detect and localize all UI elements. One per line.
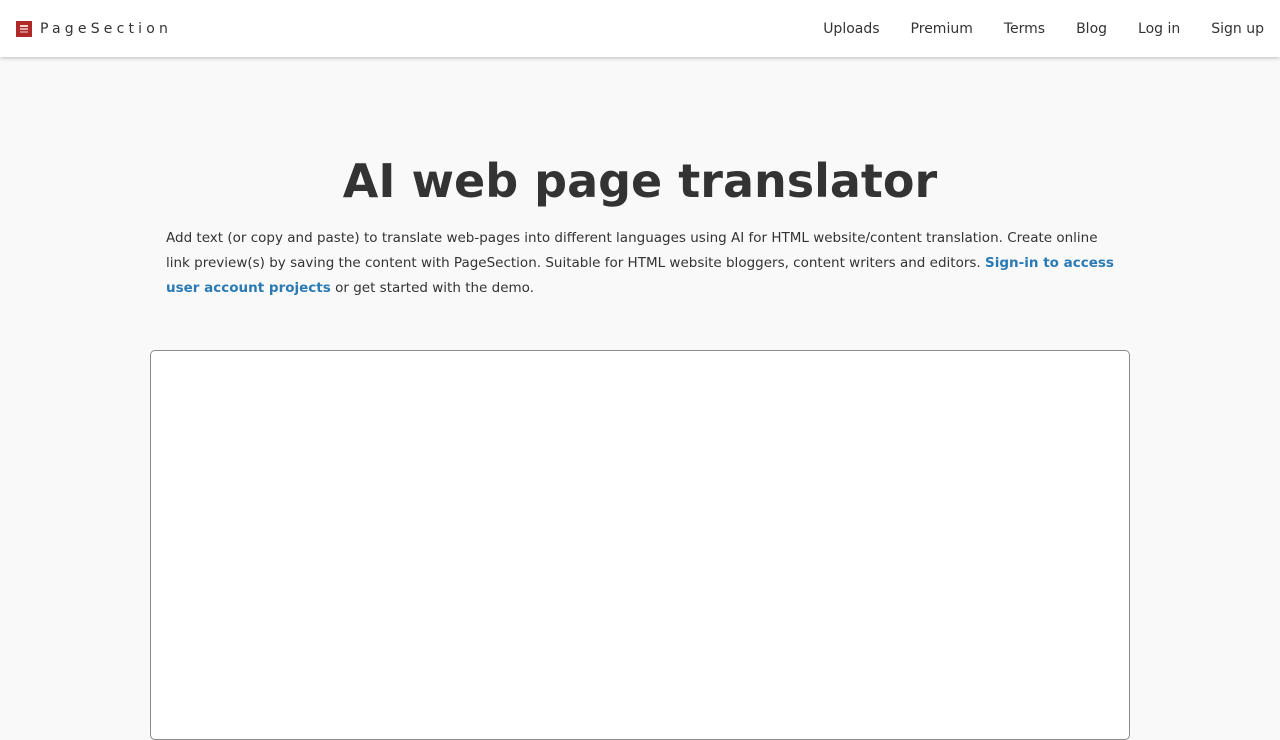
intro-paragraph: Add text (or copy and paste) to translat… (166, 226, 1114, 301)
brand-home-link[interactable]: PageSection (16, 20, 173, 37)
page-title: AI web page translator (342, 154, 938, 208)
nav-link-blog[interactable]: Blog (1076, 21, 1107, 37)
intro-suffix: or get started with the demo. (335, 280, 534, 296)
top-navbar: PageSection Uploads Premium Terms Blog L… (0, 0, 1280, 57)
nav-link-premium[interactable]: Premium (911, 21, 973, 37)
nav-link-terms[interactable]: Terms (1004, 21, 1045, 37)
intro-text: Add text (or copy and paste) to translat… (166, 230, 1098, 271)
nav-links: Uploads Premium Terms Blog Log in Sign u… (823, 21, 1264, 37)
nav-link-sign-up[interactable]: Sign up (1211, 21, 1264, 37)
nav-link-log-in[interactable]: Log in (1138, 21, 1180, 37)
brand-name: PageSection (40, 20, 173, 37)
pagesection-logo-icon (16, 20, 32, 37)
content-editor-input[interactable] (150, 350, 1130, 740)
nav-link-uploads[interactable]: Uploads (823, 21, 879, 37)
